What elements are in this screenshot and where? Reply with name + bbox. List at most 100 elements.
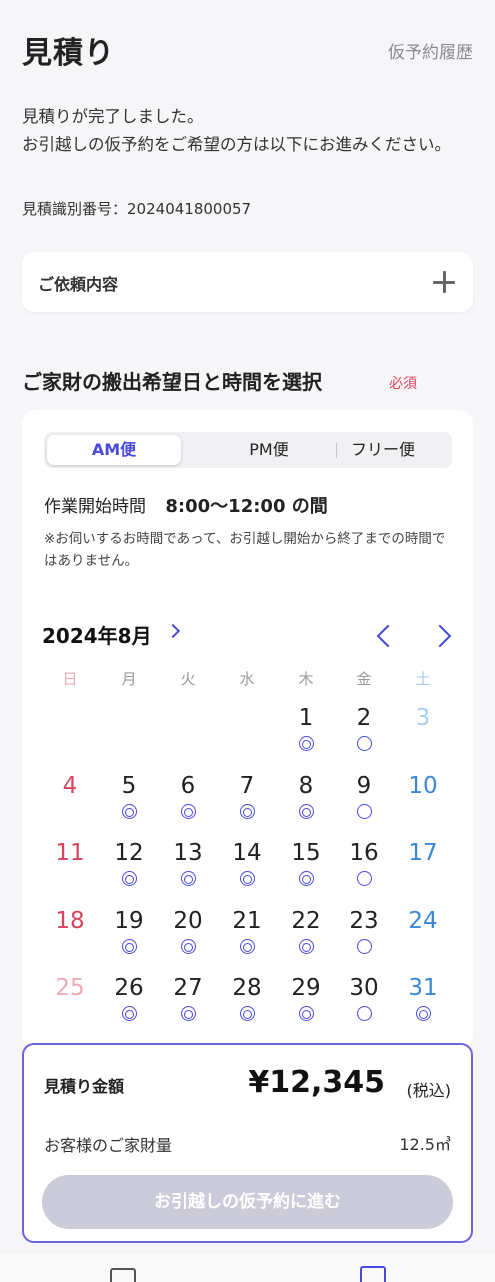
calendar-day[interactable]: 22 [281, 907, 331, 963]
calendar-day-number: 7 [239, 773, 255, 799]
weekday-label: 水 [239, 670, 255, 688]
circle-icon [356, 871, 372, 886]
calendar-day-number: 27 [173, 975, 203, 1001]
calendar-day[interactable]: 15 [281, 839, 331, 895]
proceed-reservation-button[interactable]: お引越しの仮予約に進む [42, 1175, 453, 1229]
calendar-day-number: 26 [114, 975, 144, 1001]
calendar-day[interactable]: 21 [222, 907, 272, 963]
calendar-day[interactable]: 6 [163, 772, 213, 828]
calendar-day[interactable]: 27 [163, 974, 213, 1030]
completion-message: 見積りが完了しました。 お引越しの仮予約をご希望の方は以下にお進みください。 [22, 103, 462, 159]
calendar-day[interactable]: 23 [339, 907, 389, 963]
double-circle-icon [239, 1006, 255, 1021]
start-time-label: 作業開始時間 [44, 497, 146, 517]
history-link[interactable]: 仮予約履歴 [388, 38, 473, 63]
double-circle-icon [239, 871, 255, 886]
calendar-day[interactable]: 1 [281, 704, 331, 760]
volume-label: お客様のご家財量 [44, 1136, 173, 1155]
calendar-day-number: 24 [408, 908, 438, 934]
calendar-day-number: 28 [232, 975, 262, 1001]
calendar-day-number: 29 [291, 975, 321, 1001]
circle-icon [356, 736, 372, 751]
calendar-day-number: 31 [408, 975, 438, 1001]
calendar-day[interactable]: 5 [104, 772, 154, 828]
calendar-day-number: 21 [232, 908, 262, 934]
calendar-day-number: 5 [121, 773, 137, 799]
double-circle-icon [180, 1006, 196, 1021]
document-icon[interactable] [360, 1266, 386, 1282]
calendar-day-number: 18 [55, 908, 85, 934]
calendar-day[interactable]: 13 [163, 839, 213, 895]
double-circle-icon [298, 871, 314, 886]
calendar-day[interactable]: 30 [339, 974, 389, 1030]
estimate-id-value: 2024041800057 [127, 200, 252, 218]
calendar-day-number: 11 [55, 840, 85, 866]
calendar-day-number: 25 [55, 975, 85, 1001]
double-circle-icon [180, 804, 196, 819]
calendar-day-number: 4 [62, 773, 78, 799]
double-circle-icon [121, 871, 137, 886]
calendar-day-number: 6 [180, 773, 196, 799]
bottom-nav [0, 1254, 495, 1282]
double-circle-icon [239, 939, 255, 954]
calendar-day-number: 2 [356, 705, 372, 731]
double-circle-icon [239, 804, 255, 819]
chevron-right-icon[interactable] [165, 623, 181, 639]
page-title: 見積り [22, 36, 115, 71]
calendar-day-number: 12 [114, 840, 144, 866]
schedule-card: AM便 PM便 フリー便 作業開始時間 8:00〜12:00 の間 ※お伺いする… [22, 410, 473, 1050]
plus-icon[interactable] [433, 271, 455, 293]
calendar-month-title[interactable]: 2024年8月 [42, 620, 152, 649]
double-circle-icon [121, 1006, 137, 1021]
calendar-day[interactable]: 29 [281, 974, 331, 1030]
time-note: ※お伺いするお時間であって、お引越し開始から終了までの時間ではありません。 [44, 531, 446, 569]
request-details-accordion[interactable]: ご依頼内容 [22, 252, 473, 312]
tab-am[interactable]: AM便 [47, 435, 181, 465]
calendar-day-number: 19 [114, 908, 144, 934]
calendar-day[interactable]: 20 [163, 907, 213, 963]
next-month-button[interactable] [428, 620, 458, 650]
weekday-label: 木 [298, 670, 314, 688]
calendar-day-number: 10 [408, 773, 438, 799]
calendar-day[interactable]: 25 [45, 974, 95, 1030]
prev-month-button[interactable] [370, 620, 400, 650]
calendar-day[interactable]: 10 [398, 772, 448, 828]
start-time-value: 8:00〜12:00 の間 [165, 496, 328, 517]
calendar-day[interactable]: 17 [398, 839, 448, 895]
double-circle-icon [415, 1006, 431, 1021]
calendar-day[interactable]: 26 [104, 974, 154, 1030]
calendar-day[interactable]: 12 [104, 839, 154, 895]
calendar-day[interactable]: 18 [45, 907, 95, 963]
weekday-label: 日 [62, 670, 78, 688]
calendar-day[interactable]: 31 [398, 974, 448, 1030]
calendar-day-number: 30 [349, 975, 379, 1001]
calendar-day[interactable]: 2 [339, 704, 389, 760]
calendar-day[interactable]: 4 [45, 772, 95, 828]
calendar-day[interactable]: 3 [398, 704, 448, 760]
tab-free[interactable]: フリー便 [316, 435, 450, 465]
calendar-day[interactable]: 11 [45, 839, 95, 895]
image-icon[interactable] [110, 1268, 136, 1282]
required-badge: 必須 [389, 376, 417, 392]
completion-message-line2: お引越しの仮予約をご希望の方は以下にお進みください。 [22, 135, 451, 154]
completion-message-line1: 見積りが完了しました。 [22, 107, 204, 126]
price-card: 見積り金額 ¥12,345 (税込) お客様のご家財量 12.5㎥ お引越しの仮… [22, 1043, 473, 1243]
calendar-day[interactable]: 9 [339, 772, 389, 828]
calendar-day-number: 1 [298, 705, 314, 731]
calendar-day[interactable]: 24 [398, 907, 448, 963]
calendar-day[interactable]: 7 [222, 772, 272, 828]
calendar-day[interactable]: 14 [222, 839, 272, 895]
double-circle-icon [121, 804, 137, 819]
double-circle-icon [298, 736, 314, 751]
calendar-day[interactable]: 28 [222, 974, 272, 1030]
start-time-row: 作業開始時間 8:00〜12:00 の間 [44, 492, 328, 518]
tax-label: (税込) [406, 1081, 452, 1100]
calendar-day[interactable]: 8 [281, 772, 331, 828]
calendar-day-number: 3 [415, 705, 431, 731]
circle-icon [356, 939, 372, 954]
calendar-day-number: 9 [356, 773, 372, 799]
calendar-day[interactable]: 16 [339, 839, 389, 895]
price-label: 見積り金額 [44, 1077, 125, 1096]
weekday-label: 火 [180, 670, 196, 688]
calendar-day[interactable]: 19 [104, 907, 154, 963]
